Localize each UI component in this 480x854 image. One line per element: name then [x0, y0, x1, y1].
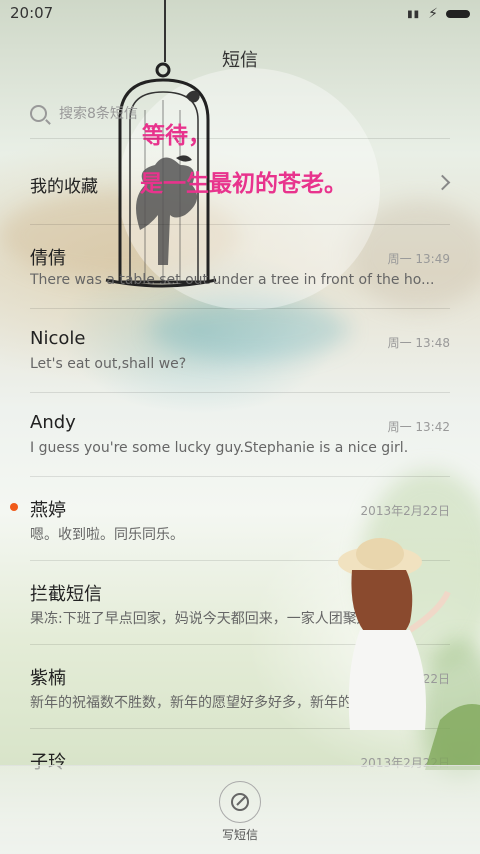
page-title: 短信 [222, 50, 258, 71]
message-time: 周一 13:42 [387, 420, 450, 434]
charging-icon: ⚡ [428, 6, 438, 22]
contact-name: 倩倩 [30, 248, 66, 269]
contact-name: 燕婷 [30, 500, 66, 521]
unread-indicator [10, 503, 18, 511]
signal-icon: ▮▮ [407, 8, 421, 20]
message-snippet: Let's eat out,shall we? [30, 356, 187, 372]
message-snippet: I guess you're some lucky guy.Stephanie … [30, 440, 409, 456]
contact-name: 紫楠 [30, 668, 66, 689]
divider [30, 308, 450, 309]
divider [30, 392, 450, 393]
message-time: 2013年2月22日 [360, 504, 450, 518]
search-placeholder: 搜索8条短信 [59, 106, 138, 122]
message-time: 周一 13:49 [387, 252, 450, 266]
message-time: 周一 13:48 [387, 336, 450, 350]
chevron-right-icon [434, 174, 451, 191]
contact-name: Nicole [30, 328, 86, 349]
contact-name: 拦截短信 [30, 584, 102, 605]
battery-icon [446, 10, 470, 18]
compose-button[interactable] [219, 781, 261, 823]
divider [30, 138, 450, 139]
conversation-row[interactable]: 倩倩 周一 13:49 There was a table set out un… [30, 226, 450, 310]
search-bar[interactable]: 搜索8条短信 [30, 100, 450, 126]
compose-icon [231, 793, 249, 811]
message-snippet: There was a table set out under a tree i… [30, 272, 435, 288]
compose-label[interactable]: 写短信 [0, 826, 480, 843]
divider [30, 476, 450, 477]
conversation-row[interactable]: Andy 周一 13:42 I guess you're some lucky … [30, 394, 450, 478]
favorites-label: 我的收藏 [30, 177, 98, 197]
divider [30, 224, 450, 225]
search-icon [30, 104, 47, 122]
status-time: 20:07 [10, 4, 54, 22]
status-icons: ▮▮ ⚡ [407, 6, 470, 22]
contact-name: Andy [30, 412, 76, 433]
wallpaper-girl-illustration [338, 538, 480, 770]
favorites-row[interactable]: 我的收藏 [30, 140, 451, 224]
conversation-row[interactable]: Nicole 周一 13:48 Let's eat out,shall we? [30, 310, 450, 394]
status-bar: 20:07 ▮▮ ⚡ [0, 0, 480, 30]
